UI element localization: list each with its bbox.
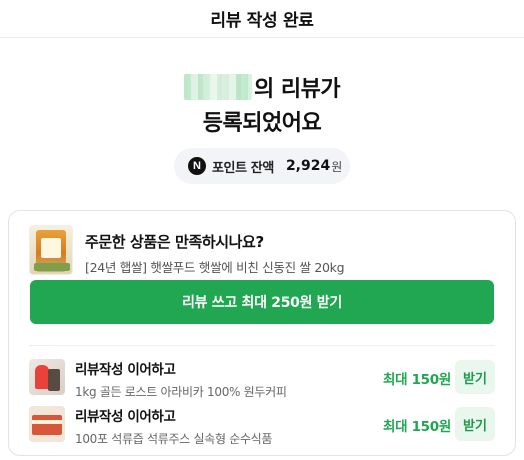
points-label: 포인트 잔액 bbox=[212, 160, 274, 176]
product-name: [24년 햅쌀] 햇쌀푸드 햇쌀에 비친 신동진 쌀 20kg bbox=[85, 260, 345, 275]
review-card: 주문한 상품은 만족하시나요? [24년 햅쌀] 햇쌀푸드 햇쌀에 비친 신동진… bbox=[8, 210, 516, 456]
recommendation-title: 리뷰작성 이어하고 bbox=[75, 362, 176, 378]
page-header: 리뷰 작성 완료 bbox=[0, 0, 524, 38]
blurred-username bbox=[183, 74, 252, 100]
write-review-button-label: 리뷰 쓰고 최대 250원 받기 bbox=[182, 295, 342, 311]
points-balance: N 포인트 잔액 2,924 원 bbox=[174, 148, 350, 184]
rice-product-thumbnail bbox=[29, 225, 73, 275]
points-value: 2,924 bbox=[285, 158, 331, 174]
recommendation-product: 100포 석류즙 석류주스 실속형 순수식품 bbox=[75, 432, 273, 446]
juice-product-thumbnail bbox=[29, 406, 65, 442]
recommendation-amount: 최대 150원 bbox=[382, 372, 451, 388]
coffee-product-thumbnail bbox=[29, 359, 65, 395]
completion-line-1: 의 리뷰가 bbox=[0, 70, 524, 104]
points-unit: 원 bbox=[331, 159, 343, 174]
satisfaction-question: 주문한 상품은 만족하시나요? bbox=[85, 233, 264, 251]
naver-n-icon: N bbox=[188, 157, 206, 175]
page-title: 리뷰 작성 완료 bbox=[210, 11, 314, 31]
completion-message: 의 리뷰가 등록되었어요 bbox=[0, 70, 524, 142]
write-review-button[interactable]: 리뷰 쓰고 최대 250원 받기 bbox=[30, 280, 494, 324]
completion-line-1-text: 의 리뷰가 bbox=[253, 77, 341, 102]
product-info: 주문한 상품은 만족하시나요? [24년 햅쌀] 햇쌀푸드 햇쌀에 비친 신동진… bbox=[85, 225, 345, 276]
recommendation-amount: 최대 150원 bbox=[382, 419, 451, 435]
recommendation-product: 1kg 골든 로스트 아라비카 100% 원두커피 bbox=[75, 385, 287, 399]
ordered-product: 주문한 상품은 만족하시나요? [24년 햅쌀] 햇쌀푸드 햇쌀에 비친 신동진… bbox=[29, 225, 345, 276]
recommendation-title: 리뷰작성 이어하고 bbox=[75, 409, 176, 425]
recommendation-item: 리뷰작성 이어하고 1kg 골든 로스트 아라비카 100% 원두커피 최대 1… bbox=[29, 357, 495, 400]
recommendation-item: 리뷰작성 이어하고 100포 석류즙 석류주스 실속형 순수식품 최대 150원… bbox=[29, 404, 495, 447]
receive-button[interactable]: 받기 bbox=[455, 407, 495, 441]
receive-button[interactable]: 받기 bbox=[455, 360, 495, 394]
recommendation-info: 리뷰작성 이어하고 1kg 골든 로스트 아라비카 100% 원두커피 bbox=[75, 358, 287, 400]
recommendation-info: 리뷰작성 이어하고 100포 석류즙 석류주스 실속형 순수식품 bbox=[75, 405, 272, 447]
completion-line-2: 등록되었어요 bbox=[202, 111, 322, 136]
divider bbox=[29, 345, 495, 346]
